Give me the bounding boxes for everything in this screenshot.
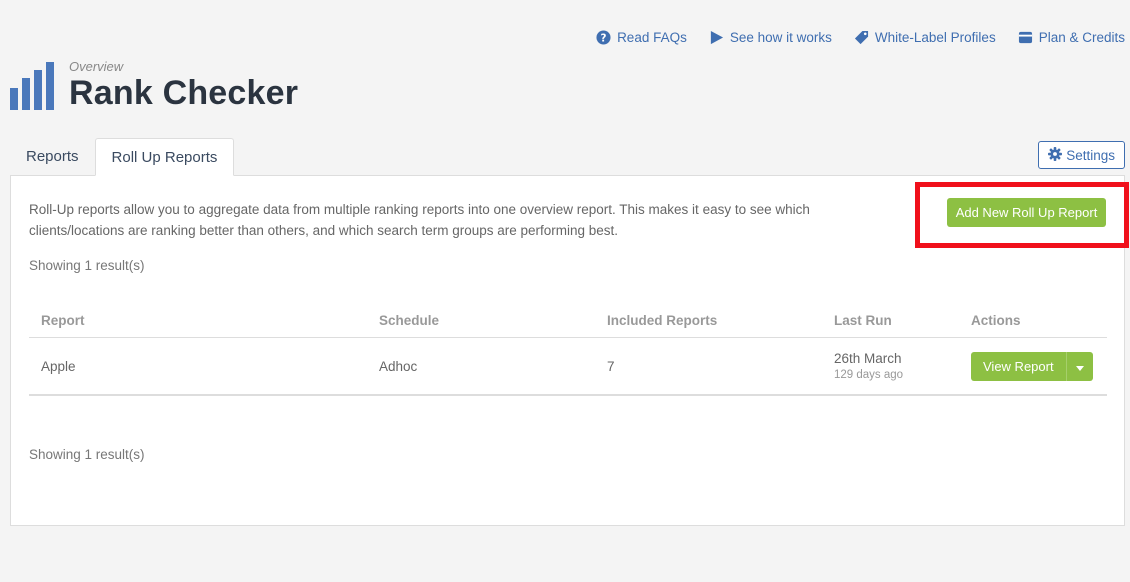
see-how-it-works-link[interactable]: See how it works: [709, 30, 832, 45]
table-header: Report Schedule Included Reports Last Ru…: [29, 304, 1107, 338]
plan-credits-label: Plan & Credits: [1038, 30, 1125, 45]
page-title: Rank Checker: [69, 74, 299, 112]
included-reports-cell: 7: [607, 358, 615, 374]
showing-results-top: Showing 1 result(s): [29, 258, 145, 273]
column-header-schedule[interactable]: Schedule: [379, 313, 607, 328]
white-label-profiles-label: White-Label Profiles: [874, 30, 996, 45]
play-icon: [709, 30, 724, 45]
reports-table: Report Schedule Included Reports Last Ru…: [29, 304, 1107, 396]
tab-bar: Reports Roll Up Reports: [10, 138, 235, 176]
tag-icon: [854, 30, 869, 45]
question-circle-icon: ?: [596, 30, 611, 45]
last-run-date: 26th March: [834, 351, 902, 366]
tab-reports[interactable]: Reports: [10, 138, 95, 175]
column-header-report[interactable]: Report: [29, 313, 379, 328]
actions-dropdown-toggle[interactable]: [1065, 351, 1093, 381]
rank-checker-logo-icon: [10, 62, 60, 110]
intro-text: Roll-Up reports allow you to aggregate d…: [29, 202, 810, 238]
read-faqs-label: Read FAQs: [617, 30, 687, 45]
settings-button[interactable]: Settings: [1038, 141, 1125, 169]
showing-results-bottom: Showing 1 result(s): [29, 447, 145, 462]
read-faqs-link[interactable]: ? Read FAQs: [596, 30, 687, 45]
column-header-included-reports[interactable]: Included Reports: [607, 313, 834, 328]
overview-label: Overview: [69, 59, 124, 74]
credit-card-icon: [1018, 30, 1033, 45]
gear-icon: [1048, 146, 1063, 164]
view-report-button-group: View Report: [971, 351, 1107, 381]
svg-text:?: ?: [601, 32, 607, 44]
settings-label: Settings: [1066, 147, 1115, 163]
last-run-cell: 26th March 129 days ago: [834, 351, 971, 381]
column-header-actions: Actions: [971, 313, 1021, 328]
see-how-it-works-label: See how it works: [729, 30, 832, 45]
view-report-button[interactable]: View Report: [971, 351, 1066, 381]
roll-up-reports-panel: Roll-Up reports allow you to aggregate d…: [10, 175, 1129, 526]
schedule-cell: Adhoc: [379, 358, 418, 374]
report-name-cell: Apple: [41, 358, 76, 374]
caret-down-icon: [1075, 359, 1084, 374]
table-row: Apple Adhoc 7 26th March 129 days ago Vi…: [29, 338, 1107, 396]
add-new-roll-up-report-button[interactable]: Add New Roll Up Report: [947, 198, 1106, 227]
actions-cell: View Report: [971, 351, 1107, 381]
white-label-profiles-link[interactable]: White-Label Profiles: [854, 30, 996, 45]
column-header-last-run[interactable]: Last Run: [834, 313, 971, 328]
plan-credits-link[interactable]: Plan & Credits: [1018, 30, 1125, 45]
top-links: ? Read FAQs See how it works White-Label…: [596, 30, 1125, 45]
last-run-ago: 129 days ago: [834, 369, 904, 381]
tab-roll-up-reports[interactable]: Roll Up Reports: [94, 138, 235, 176]
